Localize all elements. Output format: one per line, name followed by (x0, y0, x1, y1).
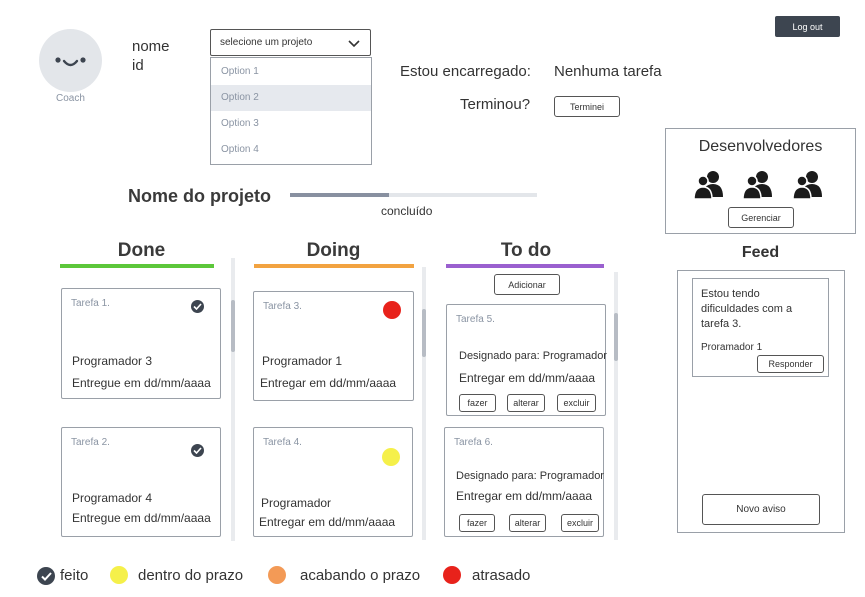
smiley-face-icon (55, 57, 86, 67)
task-name: Tarefa 4. (263, 437, 302, 448)
feed-post: Estou tendo dificuldades com a tarefa 3.… (692, 278, 829, 377)
users-icon (693, 171, 723, 199)
task-deadline: Entregar em dd/mm/aaaa (259, 515, 396, 529)
todo-underline (446, 264, 604, 268)
add-task-button[interactable]: Adicionar (494, 274, 560, 295)
done-scroll-thumb[interactable] (231, 300, 235, 352)
feed-post-text: Estou tendo dificuldades com a tarefa 3. (701, 288, 793, 330)
task-card[interactable]: Tarefa 5. Designado para: Programador En… (446, 304, 607, 416)
task-card[interactable]: Tarefa 2. Programador 4 Entregue em dd/m… (61, 427, 221, 537)
users-icon (742, 171, 772, 199)
developers-panel: Desenvolvedores Gerenciar (665, 128, 856, 234)
project-select[interactable]: selecione um projeto (210, 29, 371, 56)
legend-due-soon-dot (268, 566, 286, 584)
finished-label: Terminou? (460, 96, 531, 113)
task-name: Tarefa 3. (263, 301, 302, 312)
task-assignee: Designado para: Programador (456, 470, 604, 482)
task-card[interactable]: Tarefa 6. Designado para: Programador En… (444, 427, 604, 537)
doing-scroll-thumb[interactable] (422, 309, 426, 357)
task-assignee: Programador (261, 496, 332, 510)
project-title: Nome do projeto (128, 186, 271, 206)
task-name: Tarefa 6. (454, 437, 493, 448)
task-deadline: Entregar em dd/mm/aaaa (260, 376, 397, 390)
legend-on-time-dot (110, 566, 128, 584)
task-deadline: Entregar em dd/mm/aaaa (456, 489, 593, 503)
option-1[interactable]: Option 1 (211, 59, 371, 85)
reply-button[interactable]: Responder (757, 355, 824, 373)
avatar (39, 29, 102, 92)
avatar-label: Coach (56, 93, 85, 104)
edit-task-button[interactable]: alterar (507, 394, 545, 412)
feed-post-author: Proramador 1 (701, 342, 763, 353)
on-time-status-dot (382, 448, 400, 466)
doing-title: Doing (306, 240, 361, 261)
task-card[interactable]: Tarefa 4. Programador Entregar em dd/mm/… (253, 427, 413, 537)
done-underline (60, 264, 214, 268)
legend-due-soon-label: acabando o prazo (300, 567, 421, 584)
option-2[interactable]: Option 2 (211, 85, 371, 111)
task-name: Tarefa 1. (71, 298, 110, 309)
late-status-dot (383, 301, 401, 319)
developers-title: Desenvolvedores (698, 138, 823, 155)
manage-button[interactable]: Gerenciar (728, 207, 794, 228)
progress-bar (290, 193, 537, 197)
task-card[interactable]: Tarefa 3. Programador 1 Entregar em dd/m… (253, 291, 414, 401)
feed-panel: Estou tendo dificuldades com a tarefa 3.… (677, 270, 845, 533)
users-icon (792, 171, 822, 199)
project-select-value: selecione um projeto (220, 37, 313, 48)
legend-late-label: atrasado (472, 567, 531, 584)
task-deadline: Entregar em dd/mm/aaaa (459, 371, 596, 385)
user-id: id (132, 57, 144, 74)
task-assignee: Designado para: Programador (459, 350, 607, 362)
task-name: Tarefa 5. (456, 314, 495, 325)
doing-scroll-track[interactable] (422, 267, 426, 540)
new-notice-button[interactable]: Novo aviso (702, 494, 820, 525)
legend-late-dot (443, 566, 461, 584)
task-deadline: Entregue em dd/mm/aaaa (72, 511, 211, 525)
chevron-down-icon (348, 40, 360, 48)
progress-fill (290, 193, 389, 197)
option-4[interactable]: Option 4 (211, 137, 371, 163)
edit-task-button[interactable]: alterar (509, 514, 546, 532)
project-select-menu: Option 1 Option 2 Option 3 Option 4 (210, 57, 372, 165)
progress-label: concluído (381, 204, 433, 218)
delete-task-button[interactable]: excluir (561, 514, 599, 532)
legend-done-label: feito (60, 567, 89, 584)
delete-task-button[interactable]: excluir (557, 394, 596, 412)
todo-title: To do (500, 240, 552, 261)
task-assignee: Programador 4 (72, 491, 153, 505)
task-assignee: Programador 3 (72, 354, 153, 368)
todo-scroll-thumb[interactable] (614, 313, 618, 361)
doing-underline (254, 264, 414, 268)
done-check-icon (191, 444, 204, 457)
done-check-icon (191, 300, 204, 313)
logout-button[interactable]: Log out (775, 16, 840, 37)
task-name: Tarefa 2. (71, 437, 110, 448)
finished-button[interactable]: Terminei (554, 96, 620, 117)
done-title: Done (117, 240, 166, 261)
feed-title: Feed (741, 244, 780, 261)
task-assignee: Programador 1 (262, 354, 343, 368)
user-name: nome (132, 38, 170, 55)
task-deadline: Entregue em dd/mm/aaaa (72, 376, 211, 390)
do-task-button[interactable]: fazer (459, 514, 495, 532)
check-circle-icon (37, 567, 55, 585)
task-card[interactable]: Tarefa 1. Programador 3 Entregue em dd/m… (61, 288, 221, 399)
in-charge-value: Nenhuma tarefa (554, 63, 662, 80)
legend-on-time-label: dentro do prazo (138, 567, 244, 584)
do-task-button[interactable]: fazer (459, 394, 496, 412)
option-3[interactable]: Option 3 (211, 111, 371, 137)
in-charge-label: Estou encarregado: (400, 63, 531, 80)
